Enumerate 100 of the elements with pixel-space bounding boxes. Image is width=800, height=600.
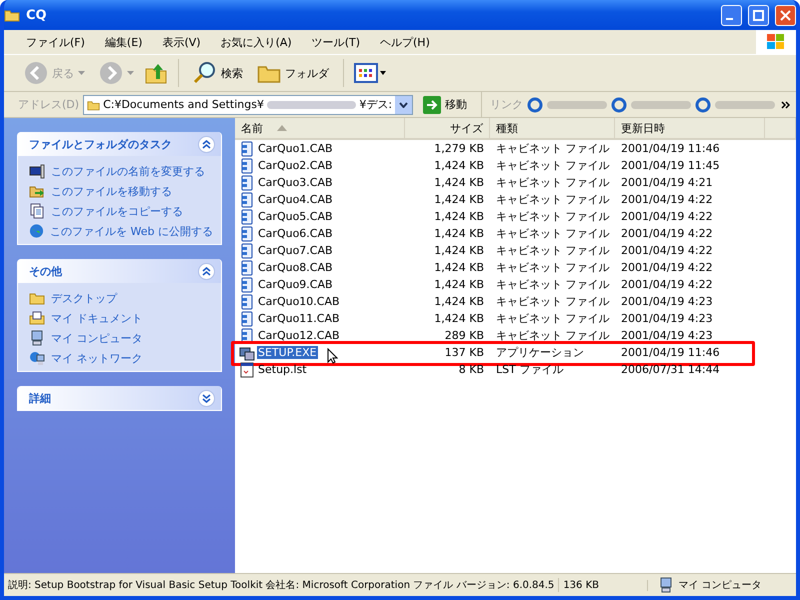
file-type: キャビネット ファイル [495,141,610,156]
menu-item[interactable]: お気に入り(A) [212,34,300,50]
file-date: 2001/04/19 4:23 [620,295,714,308]
file-type: キャビネット ファイル [495,243,610,258]
sort-ascending-icon [277,125,287,131]
file-date: 2001/04/19 11:46 [620,142,721,155]
close-button[interactable] [775,4,796,26]
file-date: 2001/04/19 4:23 [620,329,714,342]
maximize-icon [753,10,764,20]
file-size: 1,424 KB [433,278,485,291]
cabinet-file-icon [239,192,255,208]
file-date: 2001/04/19 4:23 [620,312,714,325]
cabinet-file-icon [239,294,255,310]
file-date: 2001/04/19 4:22 [620,227,714,240]
maximize-button[interactable] [748,4,769,26]
file-name[interactable]: CarQuo11.CAB [257,312,341,325]
menu-item[interactable]: 表示(V) [154,34,209,50]
file-size: 1,424 KB [433,159,485,172]
dropdown-caret-icon [78,71,85,75]
file-type: キャビネット ファイル [495,226,610,241]
file-type: キャビネット ファイル [495,311,610,326]
file-size: 1,424 KB [433,295,485,308]
mouse-cursor-icon [327,348,338,364]
file-date: 2006/07/31 14:44 [620,363,721,376]
file-size: 1,424 KB [433,176,485,189]
file-date: 2001/04/19 4:21 [620,176,714,189]
menu-item[interactable]: 編集(E) [96,34,150,50]
menu-item[interactable]: ファイル(F) [18,34,93,50]
task-link[interactable]: デスクトップ [51,290,117,306]
address-field[interactable]: C:¥Documents and Settings¥ ¥デス: [83,94,414,114]
file-name[interactable]: CarQuo4.CAB [257,193,334,206]
file-name[interactable]: CarQuo8.CAB [257,261,334,274]
blurred-text [631,100,692,108]
menu-item[interactable]: ヘルプ(H) [372,34,438,50]
file-date: 2001/04/19 4:22 [620,193,714,206]
computer-icon [658,577,674,593]
go-button[interactable]: 移動 [417,96,474,114]
collapse-chevron-icon[interactable] [198,262,215,280]
file-name[interactable]: SETUP.EXE [257,346,318,359]
rename-icon [29,163,45,179]
file-type: キャビネット ファイル [495,277,610,292]
column-header[interactable]: 更新日時 [615,118,765,138]
task-link[interactable]: このファイルを Web に公開する [50,224,213,238]
file-type: キャビネット ファイル [495,158,610,173]
file-name[interactable]: CarQuo6.CAB [257,227,334,240]
cabinet-file-icon [239,328,255,344]
task-link[interactable]: このファイルをコピーする [51,204,183,218]
file-date: 2001/04/19 4:22 [620,244,714,257]
column-header[interactable]: サイズ [405,118,490,138]
file-type: キャビネット ファイル [495,260,610,275]
file-name[interactable]: CarQuo12.CAB [257,329,341,342]
expand-chevron-icon[interactable] [198,390,215,406]
collapse-chevron-icon[interactable] [198,136,215,152]
task-link[interactable]: マイ コンピュータ [51,330,142,346]
file-size: 1,424 KB [433,244,485,257]
network-icon [29,350,45,366]
minimize-button[interactable] [721,4,742,26]
close-icon [780,10,791,20]
status-description: 説明: Setup Bootstrap for Visual Basic Setup Toolkit 会社名: Microsoft Corporation ファイル バージョン: 6.0.84.5 [4,578,560,592]
column-header[interactable]: 名前 [235,118,405,138]
file-size: 8 KB [458,363,485,376]
cabinet-file-icon [239,208,255,224]
panel-title: ファイルとフォルダのタスク [29,136,173,152]
task-link[interactable]: マイ ネットワーク [51,350,142,366]
status-zone: マイ コンピュータ [678,579,762,592]
file-type: アプリケーション [495,345,585,360]
task-link[interactable]: このファイルの名前を変更する [51,164,205,178]
computer-icon [29,330,45,346]
search-button[interactable]: 検索 [189,59,247,87]
file-name[interactable]: CarQuo5.CAB [257,210,334,223]
menu-item[interactable]: ツール(T) [304,34,368,50]
task-link[interactable]: このファイルを移動する [51,184,172,198]
file-date: 2001/04/19 4:22 [620,278,714,291]
file-size: 1,424 KB [433,261,485,274]
cabinet-file-icon [239,260,255,276]
panel-title: その他 [29,264,63,278]
cabinet-file-icon [239,140,255,156]
cabinet-file-icon [239,242,255,258]
cabinet-file-icon [239,310,255,326]
blurred-text [715,100,776,108]
blurred-text [547,100,608,108]
file-name[interactable]: CarQuo1.CAB [257,142,334,155]
file-name[interactable]: CarQuo3.CAB [257,176,334,189]
file-date: 2001/04/19 4:22 [620,261,714,274]
window-title: CQ [26,8,48,22]
file-name[interactable]: CarQuo2.CAB [257,159,334,172]
file-type: キャビネット ファイル [495,328,610,343]
file-type: キャビネット ファイル [495,175,610,190]
file-name[interactable]: CarQuo7.CAB [257,244,334,257]
task-link[interactable]: マイ ドキュメント [51,310,142,326]
docs-icon [29,310,45,326]
file-name[interactable]: Setup.lst [257,363,308,376]
file-name[interactable]: CarQuo9.CAB [257,278,334,291]
file-name[interactable]: CarQuo10.CAB [257,295,341,308]
view-grid-icon[interactable] [354,62,388,84]
folders-button[interactable]: フォルダ [253,59,333,87]
application-icon [239,344,255,360]
more-chevron-icon[interactable] [781,100,790,108]
column-header[interactable]: 種類 [490,118,615,138]
file-size: 1,424 KB [433,193,485,206]
